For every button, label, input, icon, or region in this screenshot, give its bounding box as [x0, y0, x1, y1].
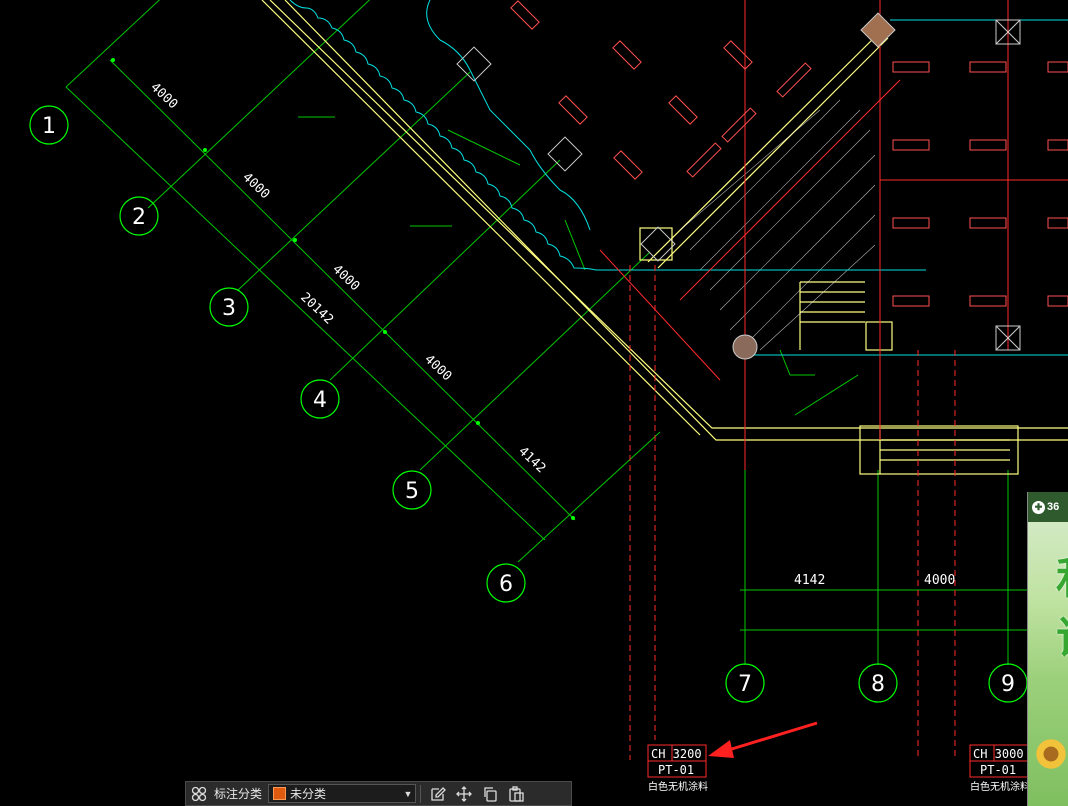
- dimension-texts: 4000 4000 4000 4000 4142 20142 4142 4000: [147, 80, 955, 588]
- dim-text: 4000: [924, 573, 955, 588]
- walls: [261, 0, 1068, 475]
- grid-bubbles: [29, 105, 1028, 703]
- dim-text: 4000: [147, 80, 180, 112]
- annotation-arrow: [708, 721, 818, 758]
- red-lines: [599, 0, 1068, 760]
- annotation-toolbar: 标注分类 未分类 ▼: [185, 781, 572, 806]
- category-color-swatch: [273, 787, 287, 800]
- ceiling-tag-height: CH 3000: [973, 747, 1024, 761]
- ceiling-tag-code: PT-01: [980, 763, 1016, 777]
- light-fixtures: [510, 0, 1068, 307]
- category-select-value: 未分类: [290, 787, 327, 801]
- ceiling-outline: [289, 0, 1068, 356]
- copy-icon: [484, 786, 497, 802]
- ad-glyph-top: 和: [1056, 542, 1068, 606]
- cad-canvas[interactable]: 1 2 3 4 5 6 7 8 9 4000 4000 4000 4000 41…: [0, 0, 1068, 806]
- flower-image: [1034, 737, 1068, 771]
- ad-glyph-bottom: 议: [1056, 602, 1068, 666]
- grid-bubble-6: 6: [499, 572, 513, 597]
- ceiling-tag-note: 白色无机涂料: [970, 780, 1030, 793]
- ad-badge: 36: [1047, 501, 1060, 513]
- edit-icon: [431, 786, 446, 801]
- grid-bubble-4: 4: [313, 388, 327, 413]
- grid-bubble-1: 1: [42, 114, 56, 139]
- toolbar-divider: [420, 784, 422, 803]
- edit-button[interactable]: [425, 782, 451, 806]
- ceiling-tag-code: PT-01: [658, 763, 694, 777]
- grid-bubble-9: 9: [1001, 672, 1015, 697]
- ceiling-tag-frames: [647, 744, 1029, 778]
- grid-bubble-2: 2: [132, 205, 146, 230]
- ad-brand-icon: ✚: [1032, 500, 1045, 514]
- paste-icon: [509, 785, 524, 802]
- grid-bubble-7: 7: [738, 672, 752, 697]
- category-select[interactable]: 未分类 ▼: [268, 784, 417, 803]
- grid-icon: [191, 786, 207, 801]
- dim-text: 4000: [239, 170, 272, 202]
- move-button[interactable]: [451, 782, 477, 806]
- copy-button[interactable]: [477, 782, 503, 806]
- grid-bubble-5: 5: [405, 479, 419, 504]
- dim-text: 4000: [421, 352, 454, 384]
- grid-icon-button[interactable]: [186, 782, 212, 806]
- column-markers: [456, 12, 1021, 360]
- ad-header: ✚ 36: [1028, 492, 1068, 522]
- chevron-down-icon: ▼: [403, 788, 413, 799]
- ceiling-tags: CH 3200 PT-01 白色无机涂料 CH 3000 PT-01 白色无机涂…: [648, 747, 1030, 793]
- paste-button[interactable]: [503, 782, 529, 806]
- grid-bubble-3: 3: [222, 296, 236, 321]
- dim-total-text: 20142: [297, 290, 336, 328]
- ceiling-tag-note: 白色无机涂料: [648, 780, 708, 793]
- category-label: 标注分类: [214, 787, 263, 801]
- grid-bubble-8: 8: [871, 672, 885, 697]
- ad-popup[interactable]: ✚ 36 和 议: [1027, 492, 1068, 806]
- dim-text: 4000: [329, 262, 362, 294]
- grid-bubble-labels: 1 2 3 4 5 6 7 8 9: [42, 114, 1015, 697]
- dim-text: 4142: [515, 444, 548, 476]
- ceiling-tag-height: CH 3200: [651, 747, 702, 761]
- dim-text: 4142: [794, 573, 825, 588]
- move-icon: [456, 785, 472, 802]
